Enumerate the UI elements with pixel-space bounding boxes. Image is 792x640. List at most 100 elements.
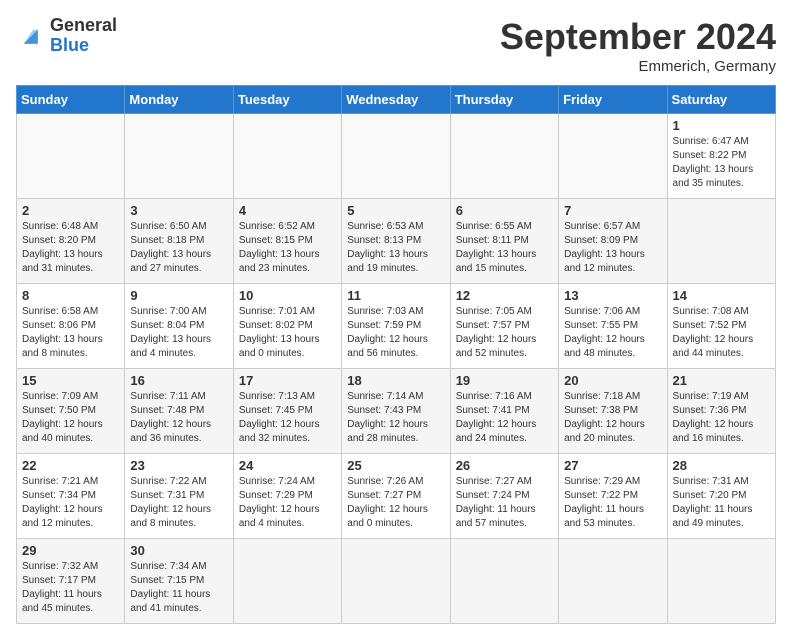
table-row: 9 Sunrise: 7:00 AMSunset: 8:04 PMDaylight… xyxy=(125,284,233,369)
table-row: 11 Sunrise: 7:03 AMSunset: 7:59 PMDayligh… xyxy=(342,284,450,369)
cell-info: Sunrise: 7:09 AMSunset: 7:50 PMDaylight:… xyxy=(22,391,103,444)
day-number: 4 xyxy=(239,203,336,218)
cell-info: Sunrise: 6:58 AMSunset: 8:06 PMDaylight:… xyxy=(22,306,103,359)
day-number: 10 xyxy=(239,288,336,303)
cell-info: Sunrise: 6:48 AMSunset: 8:20 PMDaylight:… xyxy=(22,221,103,274)
table-row: 17Sunrise: 7:13 AMSunset: 7:45 PMDayligh… xyxy=(233,369,341,454)
day-number: 6 xyxy=(456,203,553,218)
cell-info: Sunrise: 7:00 AMSunset: 8:04 PMDaylight:… xyxy=(130,306,211,359)
cell-info: Sunrise: 6:57 AMSunset: 8:09 PMDaylight:… xyxy=(564,221,645,274)
cell-info: Sunrise: 6:47 AMSunset: 8:22 PMDaylight:… xyxy=(673,136,754,189)
day-number: 20 xyxy=(564,373,661,388)
table-row xyxy=(450,539,558,624)
day-number: 25 xyxy=(347,458,444,473)
table-row: 18 Sunrise: 7:14 AMSunset: 7:43 PMDayligh… xyxy=(342,369,450,454)
day-number: 22 xyxy=(22,458,119,473)
table-row: 6 Sunrise: 6:55 AMSunset: 8:11 PMDaylight… xyxy=(450,199,558,284)
cell-info: Sunrise: 7:21 AMSunset: 7:34 PMDaylight:… xyxy=(22,476,103,529)
table-row xyxy=(17,114,125,199)
table-row xyxy=(233,539,341,624)
month-title: September 2024 xyxy=(500,16,776,58)
day-number: 15 xyxy=(22,373,119,388)
cell-info: Sunrise: 7:19 AMSunset: 7:36 PMDaylight:… xyxy=(673,391,754,444)
logo-icon xyxy=(16,22,44,50)
col-sunday: Sunday xyxy=(17,86,125,114)
cell-info: Sunrise: 7:32 AMSunset: 7:17 PMDaylight:… xyxy=(22,561,102,614)
table-row: 23 Sunrise: 7:22 AMSunset: 7:31 PMDayligh… xyxy=(125,454,233,539)
calendar-week-2: 2 Sunrise: 6:48 AMSunset: 8:20 PMDaylight… xyxy=(17,199,776,284)
day-number: 3 xyxy=(130,203,227,218)
table-row: 21 Sunrise: 7:19 AMSunset: 7:36 PMDayligh… xyxy=(667,369,775,454)
table-row: 14Sunrise: 7:08 AMSunset: 7:52 PMDayligh… xyxy=(667,284,775,369)
day-number: 14 xyxy=(673,288,770,303)
day-number: 7 xyxy=(564,203,661,218)
table-row: 16 Sunrise: 7:11 AMSunset: 7:48 PMDayligh… xyxy=(125,369,233,454)
day-number: 11 xyxy=(347,288,444,303)
cell-info: Sunrise: 7:16 AMSunset: 7:41 PMDaylight:… xyxy=(456,391,537,444)
cell-info: Sunrise: 7:11 AMSunset: 7:48 PMDaylight:… xyxy=(130,391,211,444)
cell-info: Sunrise: 7:24 AMSunset: 7:29 PMDaylight:… xyxy=(239,476,320,529)
cell-info: Sunrise: 7:18 AMSunset: 7:38 PMDaylight:… xyxy=(564,391,645,444)
table-row: 22 Sunrise: 7:21 AMSunset: 7:34 PMDayligh… xyxy=(17,454,125,539)
table-row: 19 Sunrise: 7:16 AMSunset: 7:41 PMDayligh… xyxy=(450,369,558,454)
table-row: 26Sunrise: 7:27 AMSunset: 7:24 PMDayligh… xyxy=(450,454,558,539)
cell-info: Sunrise: 7:06 AMSunset: 7:55 PMDaylight:… xyxy=(564,306,645,359)
table-row: 29 Sunrise: 7:32 AMSunset: 7:17 PMDayligh… xyxy=(17,539,125,624)
table-row: 3Sunrise: 6:50 AMSunset: 8:18 PMDaylight… xyxy=(125,199,233,284)
table-row xyxy=(559,114,667,199)
table-row: 2 Sunrise: 6:48 AMSunset: 8:20 PMDaylight… xyxy=(17,199,125,284)
table-row: 15 Sunrise: 7:09 AMSunset: 7:50 PMDayligh… xyxy=(17,369,125,454)
calendar-week-3: 8Sunrise: 6:58 AMSunset: 8:06 PMDaylight… xyxy=(17,284,776,369)
day-number: 1 xyxy=(673,118,770,133)
table-row: 13 Sunrise: 7:06 AMSunset: 7:55 PMDayligh… xyxy=(559,284,667,369)
logo: General Blue xyxy=(16,16,117,56)
table-row: 7 Sunrise: 6:57 AMSunset: 8:09 PMDaylight… xyxy=(559,199,667,284)
col-thursday: Thursday xyxy=(450,86,558,114)
table-row: 30 Sunrise: 7:34 AMSunset: 7:15 PMDayligh… xyxy=(125,539,233,624)
table-row xyxy=(667,539,775,624)
table-row xyxy=(667,199,775,284)
day-number: 30 xyxy=(130,543,227,558)
table-row: 28Sunrise: 7:31 AMSunset: 7:20 PMDayligh… xyxy=(667,454,775,539)
col-wednesday: Wednesday xyxy=(342,86,450,114)
day-number: 27 xyxy=(564,458,661,473)
table-row xyxy=(450,114,558,199)
day-number: 2 xyxy=(22,203,119,218)
logo-text: General Blue xyxy=(50,16,117,56)
table-row: 4Sunrise: 6:52 AMSunset: 8:15 PMDaylight… xyxy=(233,199,341,284)
day-number: 9 xyxy=(130,288,227,303)
cell-info: Sunrise: 6:53 AMSunset: 8:13 PMDaylight:… xyxy=(347,221,428,274)
page-header: General Blue September 2024 Emmerich, Ge… xyxy=(16,16,776,75)
table-row xyxy=(125,114,233,199)
logo-blue: Blue xyxy=(50,36,117,56)
table-row: 25Sunrise: 7:26 AMSunset: 7:27 PMDayligh… xyxy=(342,454,450,539)
day-number: 19 xyxy=(456,373,553,388)
day-number: 13 xyxy=(564,288,661,303)
col-friday: Friday xyxy=(559,86,667,114)
table-row: 10Sunrise: 7:01 AMSunset: 8:02 PMDayligh… xyxy=(233,284,341,369)
table-row: 5 Sunrise: 6:53 AMSunset: 8:13 PMDaylight… xyxy=(342,199,450,284)
day-number: 23 xyxy=(130,458,227,473)
day-number: 18 xyxy=(347,373,444,388)
calendar-week-4: 15 Sunrise: 7:09 AMSunset: 7:50 PMDayligh… xyxy=(17,369,776,454)
cell-info: Sunrise: 6:55 AMSunset: 8:11 PMDaylight:… xyxy=(456,221,537,274)
table-row: 24 Sunrise: 7:24 AMSunset: 7:29 PMDayligh… xyxy=(233,454,341,539)
cell-info: Sunrise: 7:22 AMSunset: 7:31 PMDaylight:… xyxy=(130,476,211,529)
col-saturday: Saturday xyxy=(667,86,775,114)
cell-info: Sunrise: 7:34 AMSunset: 7:15 PMDaylight:… xyxy=(130,561,210,614)
day-number: 21 xyxy=(673,373,770,388)
table-row: 8Sunrise: 6:58 AMSunset: 8:06 PMDaylight… xyxy=(17,284,125,369)
cell-info: Sunrise: 7:29 AMSunset: 7:22 PMDaylight:… xyxy=(564,476,644,529)
cell-info: Sunrise: 7:03 AMSunset: 7:59 PMDaylight:… xyxy=(347,306,428,359)
day-number: 16 xyxy=(130,373,227,388)
calendar-week-5: 22 Sunrise: 7:21 AMSunset: 7:34 PMDayligh… xyxy=(17,454,776,539)
calendar-week-6: 29 Sunrise: 7:32 AMSunset: 7:17 PMDayligh… xyxy=(17,539,776,624)
day-number: 28 xyxy=(673,458,770,473)
cell-info: Sunrise: 7:14 AMSunset: 7:43 PMDaylight:… xyxy=(347,391,428,444)
col-monday: Monday xyxy=(125,86,233,114)
day-number: 26 xyxy=(456,458,553,473)
table-row: 1 Sunrise: 6:47 AMSunset: 8:22 PMDaylight… xyxy=(667,114,775,199)
day-number: 5 xyxy=(347,203,444,218)
day-number: 29 xyxy=(22,543,119,558)
day-number: 24 xyxy=(239,458,336,473)
